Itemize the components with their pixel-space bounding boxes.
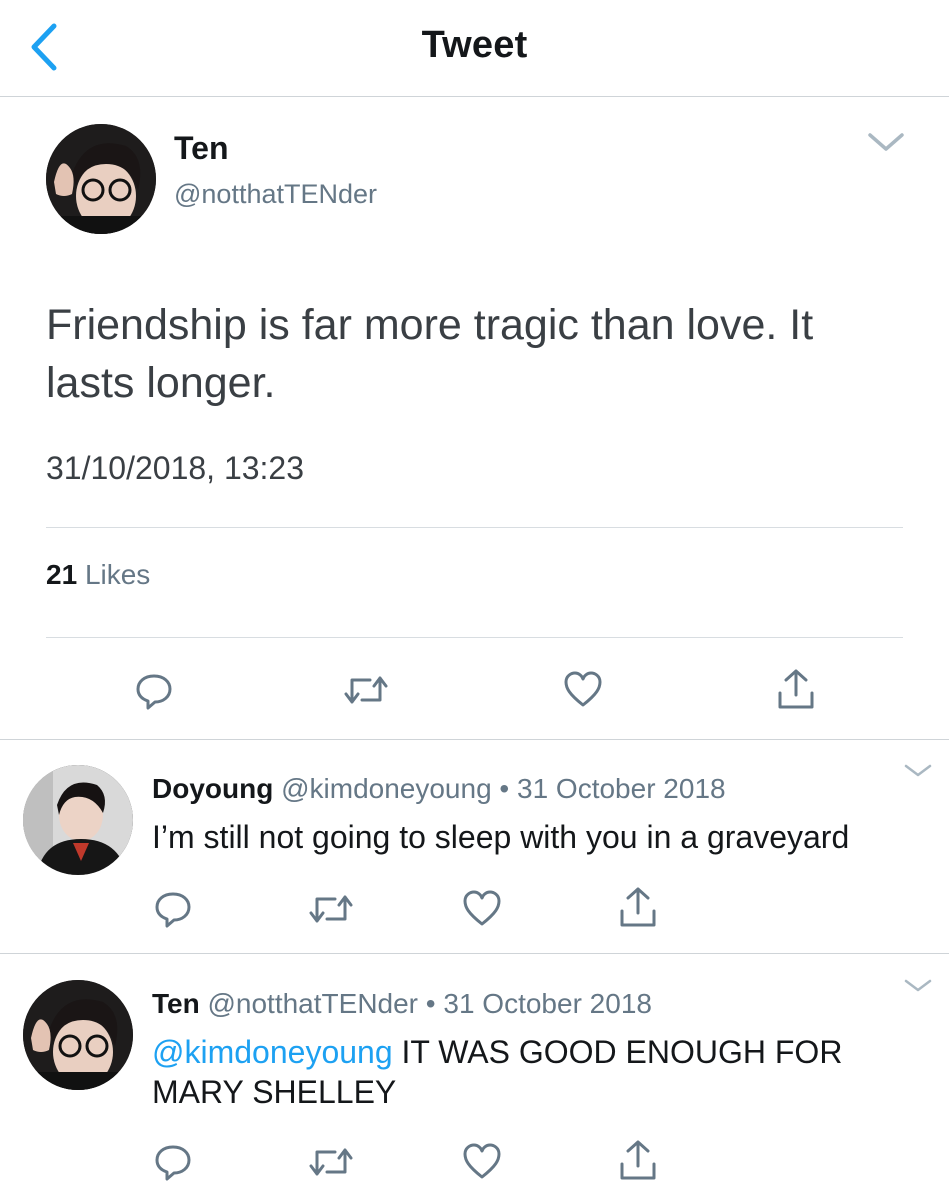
share-button[interactable] bbox=[776, 667, 816, 711]
retweet-icon bbox=[344, 676, 388, 704]
page-title: Tweet bbox=[421, 24, 528, 66]
reply-header: Ten @notthatTENder • 31 October 2018 bbox=[152, 988, 652, 1020]
avatar-photo bbox=[23, 765, 133, 875]
retweet-icon bbox=[309, 895, 353, 923]
main-tweet: Ten @notthatTENder Friendship is far mor… bbox=[0, 97, 949, 740]
author-handle[interactable]: @notthatTENder bbox=[174, 179, 377, 210]
chevron-down-icon bbox=[868, 133, 904, 151]
author-name[interactable]: Ten bbox=[174, 130, 229, 167]
avatar[interactable] bbox=[23, 980, 133, 1090]
reply-text: @kimdoneyoung IT WAS GOOD ENOUGH FOR MAR… bbox=[152, 1032, 922, 1112]
reply-text: I’m still not going to sleep with you in… bbox=[152, 819, 850, 855]
reply-icon bbox=[136, 674, 172, 710]
reply-date: • 31 October 2018 bbox=[499, 773, 726, 804]
like-button[interactable] bbox=[462, 889, 502, 927]
share-icon bbox=[778, 669, 814, 709]
avatar[interactable] bbox=[46, 124, 156, 234]
tweet-text: Friendship is far more tragic than love.… bbox=[46, 301, 814, 407]
chevron-down-icon bbox=[904, 979, 932, 992]
reply-icon bbox=[155, 892, 191, 928]
share-button[interactable] bbox=[618, 1138, 658, 1182]
heart-icon bbox=[564, 671, 602, 707]
author-handle[interactable]: @kimdoneyoung bbox=[281, 773, 492, 804]
author-name[interactable]: Ten bbox=[152, 988, 200, 1019]
reply-button[interactable] bbox=[153, 1141, 193, 1181]
like-button[interactable] bbox=[462, 1142, 502, 1180]
retweet-button[interactable] bbox=[308, 1144, 354, 1180]
share-icon bbox=[620, 1140, 656, 1180]
chevron-down-icon bbox=[904, 764, 932, 777]
share-icon bbox=[620, 887, 656, 927]
heart-icon bbox=[463, 890, 501, 926]
reply-item[interactable]: Ten @notthatTENder • 31 October 2018 @ki… bbox=[0, 955, 949, 1200]
avatar-photo bbox=[46, 124, 156, 234]
divider bbox=[46, 527, 903, 528]
reply-date: • 31 October 2018 bbox=[425, 988, 652, 1019]
likes-count: 21 bbox=[46, 559, 78, 590]
avatar[interactable] bbox=[23, 765, 133, 875]
tweet-menu-button[interactable] bbox=[903, 977, 933, 995]
reply-icon bbox=[155, 1145, 191, 1181]
author-handle[interactable]: @notthatTENder bbox=[207, 988, 418, 1019]
mention-link[interactable]: @kimdoneyoung bbox=[152, 1034, 393, 1070]
retweet-icon bbox=[309, 1148, 353, 1176]
author-name[interactable]: Doyoung bbox=[152, 773, 273, 804]
reply-button[interactable] bbox=[153, 888, 193, 928]
tweet-menu-button[interactable] bbox=[903, 762, 933, 780]
tweet-menu-button[interactable] bbox=[866, 131, 906, 155]
retweet-button[interactable] bbox=[308, 891, 354, 927]
heart-icon bbox=[463, 1143, 501, 1179]
tweet-timestamp: 31/10/2018, 13:23 bbox=[46, 450, 305, 486]
like-button[interactable] bbox=[563, 670, 603, 708]
retweet-button[interactable] bbox=[343, 672, 389, 708]
likes-stat[interactable]: 21 Likes bbox=[46, 559, 150, 591]
nav-bar: Tweet bbox=[0, 0, 949, 97]
likes-label: Likes bbox=[84, 559, 151, 590]
share-button[interactable] bbox=[618, 885, 658, 929]
reply-item[interactable]: Doyoung @kimdoneyoung • 31 October 2018 … bbox=[0, 740, 949, 954]
reply-button[interactable] bbox=[134, 670, 174, 710]
avatar-photo bbox=[23, 980, 133, 1090]
reply-header: Doyoung @kimdoneyoung • 31 October 2018 bbox=[152, 773, 726, 805]
divider bbox=[46, 637, 903, 638]
